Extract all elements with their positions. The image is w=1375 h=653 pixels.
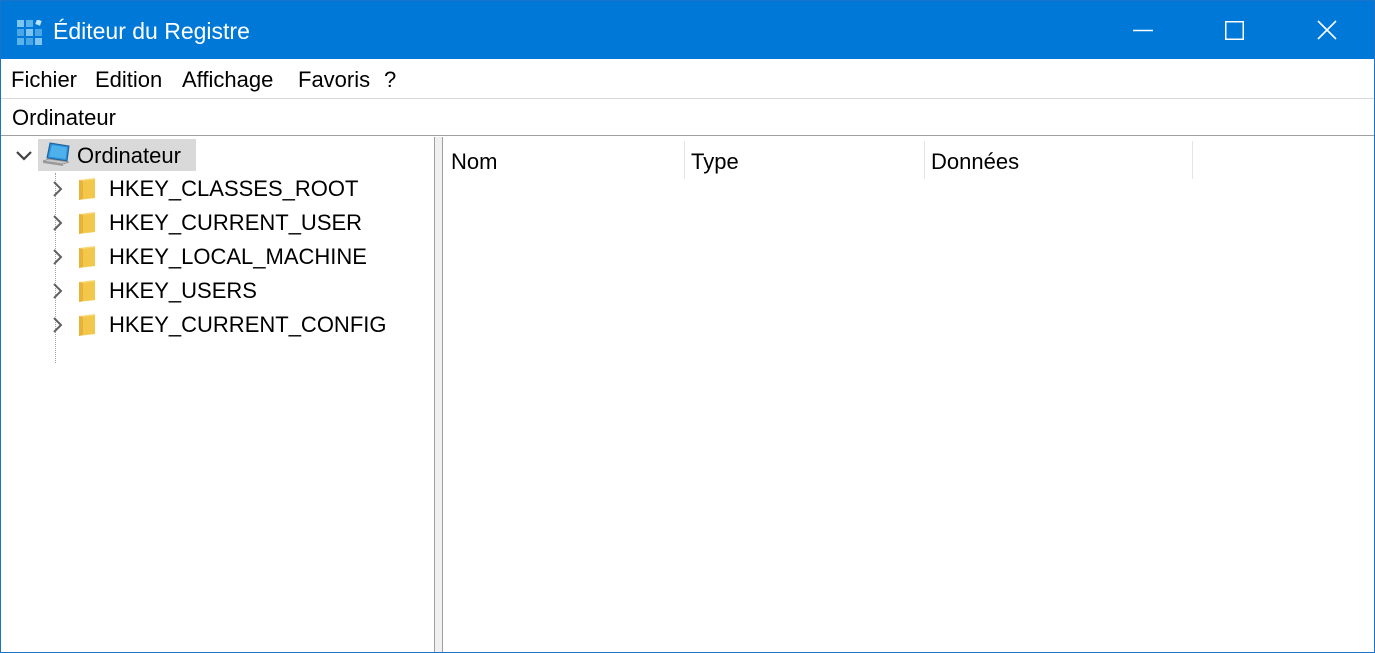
minimize-icon (1133, 29, 1153, 32)
tree-item-label: HKEY_CURRENT_USER (109, 210, 363, 235)
maximize-button[interactable] (1189, 1, 1281, 59)
menu-bar: Fichier Edition Affichage Favoris ? (1, 59, 1374, 99)
tree-item-hkey-users[interactable]: HKEY_USERS (45, 274, 425, 308)
list-header: Nom Type Données (443, 137, 1374, 179)
chevron-right-icon[interactable] (47, 281, 67, 301)
folder-icon (79, 280, 95, 302)
folder-icon (79, 314, 95, 336)
tree-root-label: Ordinateur (77, 143, 181, 168)
tree-item-hkey-current-config[interactable]: HKEY_CURRENT_CONFIG (45, 308, 425, 342)
chevron-right-icon[interactable] (47, 247, 67, 267)
tree-pane[interactable]: Ordinateur HKEY_CLASSES_ROOT HKEY_CURREN… (1, 137, 434, 652)
chevron-down-icon[interactable] (14, 146, 34, 166)
close-button[interactable] (1281, 1, 1373, 59)
window-title: Éditeur du Registre (53, 18, 250, 44)
tree-root-ordinateur[interactable]: Ordinateur (11, 138, 411, 172)
minimize-button[interactable] (1097, 1, 1189, 59)
address-path[interactable]: Ordinateur (12, 105, 116, 131)
title-bar[interactable]: Éditeur du Registre (1, 1, 1374, 59)
tree-item-hkey-current-user[interactable]: HKEY_CURRENT_USER (45, 206, 425, 240)
tree-item-hkey-local-machine[interactable]: HKEY_LOCAL_MACHINE (45, 240, 425, 274)
tree-item-label: HKEY_USERS (109, 278, 257, 303)
computer-icon (42, 142, 70, 166)
tree-item-hkey-classes-root[interactable]: HKEY_CLASSES_ROOT (45, 172, 425, 206)
chevron-right-icon[interactable] (47, 315, 67, 335)
menu-edition[interactable]: Edition (95, 67, 162, 93)
tree-item-label: HKEY_CLASSES_ROOT (109, 176, 359, 201)
menu-favoris[interactable]: Favoris (298, 67, 370, 93)
tree-item-label: HKEY_CURRENT_CONFIG (109, 312, 387, 337)
column-header-donnees[interactable]: Données (923, 141, 1193, 179)
tree-item-label: HKEY_LOCAL_MACHINE (109, 244, 367, 269)
column-header-label: Données (931, 149, 1020, 174)
folder-icon (79, 178, 95, 200)
column-header-type[interactable]: Type (683, 141, 925, 179)
menu-help[interactable]: ? (384, 67, 396, 93)
column-header-label: Type (691, 149, 739, 174)
column-header-label: Nom (451, 149, 498, 174)
pane-splitter[interactable] (434, 137, 443, 652)
maximize-icon (1225, 21, 1244, 40)
folder-icon (79, 212, 95, 234)
chevron-right-icon[interactable] (47, 213, 67, 233)
address-bar[interactable]: Ordinateur (1, 99, 1374, 136)
registry-app-icon (17, 20, 42, 45)
registry-editor-window: Éditeur du Registre Fichier Edition Affi… (0, 0, 1375, 653)
values-list-pane[interactable]: Nom Type Données (443, 137, 1374, 652)
menu-fichier[interactable]: Fichier (11, 67, 77, 93)
chevron-right-icon[interactable] (47, 179, 67, 199)
close-icon (1317, 20, 1337, 40)
folder-icon (79, 246, 95, 268)
menu-affichage[interactable]: Affichage (182, 67, 273, 93)
column-divider[interactable] (1192, 141, 1193, 179)
column-header-nom[interactable]: Nom (443, 141, 685, 179)
